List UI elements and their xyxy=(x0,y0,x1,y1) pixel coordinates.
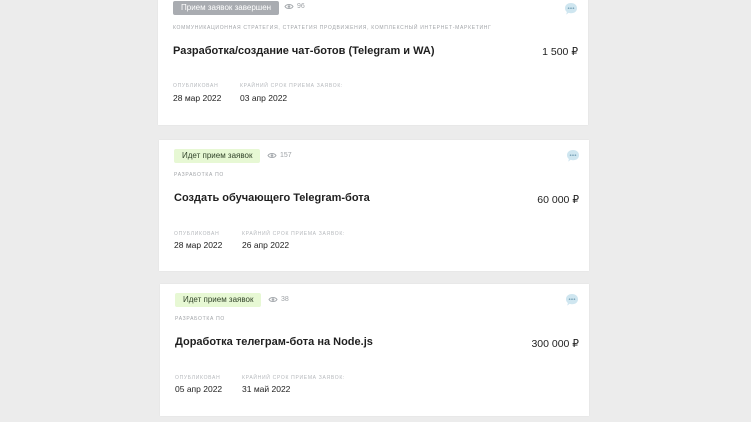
task-category: Разработка ПО xyxy=(175,316,226,322)
status-badge: Идет прием заявок xyxy=(174,149,261,163)
deadline-date: 03 апр 2022 xyxy=(240,93,288,103)
task-title[interactable]: Создать обучающего Telegram-бота xyxy=(174,192,370,204)
views-count: 38 xyxy=(281,296,289,303)
published-date: 05 апр 2022 xyxy=(175,384,223,394)
chat-bubble-icon[interactable] xyxy=(565,293,579,307)
deadline-label: Крайний срок приема заявок: xyxy=(242,231,346,237)
deadline-date: 26 апр 2022 xyxy=(242,240,290,250)
eye-icon xyxy=(284,3,294,10)
task-category: Коммуникационная стратегия, стратегия пр… xyxy=(173,25,492,31)
published-label: Опубликован xyxy=(175,375,221,381)
views-count: 96 xyxy=(297,3,305,10)
deadline-date: 31 май 2022 xyxy=(242,384,291,394)
task-card[interactable]: Идет прием заявок 38 Разработка ПО Дораб… xyxy=(160,284,589,416)
views-count: 157 xyxy=(280,152,292,159)
task-price: 1 500 ₽ xyxy=(542,46,578,58)
chat-bubble-icon[interactable] xyxy=(564,2,578,16)
task-card[interactable]: Идет прием заявок 157 Разработка ПО Созд… xyxy=(159,140,589,271)
published-label: Опубликован xyxy=(173,83,219,89)
task-card[interactable]: Прием заявок завершен 96 Коммуникационна… xyxy=(158,0,588,125)
published-date: 28 мар 2022 xyxy=(173,93,222,103)
status-badge: Идет прием заявок xyxy=(175,293,262,307)
views-counter: 96 xyxy=(284,3,305,10)
task-title[interactable]: Разработка/создание чат-ботов (Telegram … xyxy=(173,45,434,57)
published-date: 28 мар 2022 xyxy=(174,240,223,250)
published-label: Опубликован xyxy=(174,231,220,237)
status-badge: Прием заявок завершен xyxy=(173,1,280,15)
task-price: 60 000 ₽ xyxy=(537,194,579,206)
views-counter: 38 xyxy=(268,296,289,303)
deadline-label: Крайний срок приема заявок: xyxy=(242,375,346,381)
chat-bubble-icon[interactable] xyxy=(566,149,580,163)
task-price: 300 000 ₽ xyxy=(531,338,579,350)
task-category: Разработка ПО xyxy=(174,172,225,178)
deadline-label: Крайний срок приема заявок: xyxy=(240,83,344,89)
task-title[interactable]: Доработка телеграм-бота на Node.js xyxy=(175,336,373,348)
eye-icon xyxy=(268,296,278,303)
eye-icon xyxy=(267,152,277,159)
views-counter: 157 xyxy=(267,152,292,159)
